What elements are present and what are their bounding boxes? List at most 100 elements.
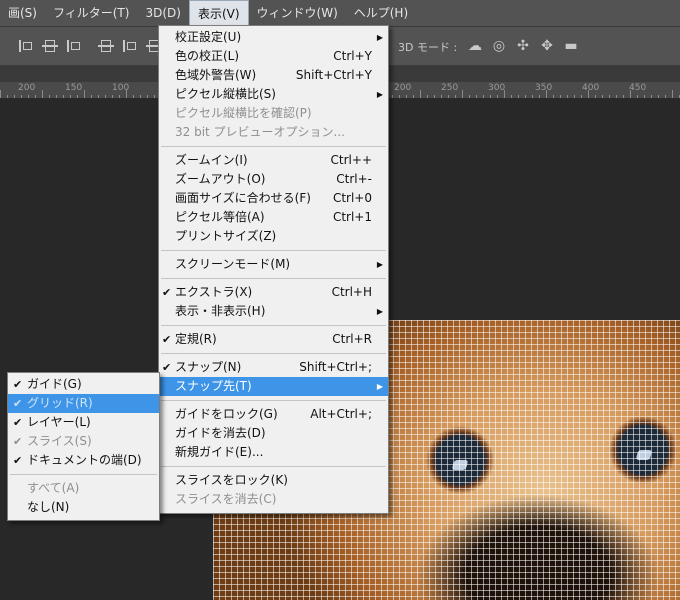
view-menu-item[interactable]: 新規ガイド(E)... — [159, 443, 388, 462]
shortcut-text: Ctrl+Y — [333, 49, 372, 63]
ruler-label: 200 — [18, 83, 36, 93]
shortcut-text: Alt+Ctrl+; — [310, 407, 372, 421]
shortcut-text: Ctrl+R — [332, 332, 372, 346]
ruler-label: 300 — [488, 83, 506, 93]
menu-separator — [10, 474, 157, 475]
drag-3d-icon[interactable]: ✣ — [514, 37, 532, 55]
snap-menu-item-label: なし(N) — [27, 500, 70, 514]
view-menu-item[interactable]: ズームイン(I) Ctrl++ — [159, 151, 388, 170]
menubar-item[interactable]: ヘルプ(H) — [346, 0, 416, 26]
ruler-label: 200 — [394, 83, 412, 93]
view-menu-item[interactable]: スライスをロック(K) — [159, 471, 388, 490]
view-menu-item[interactable]: スクリーンモード(M) ▶ — [159, 255, 388, 274]
view-menu-item-label: ズームアウト(O) — [175, 172, 266, 186]
view-menu-item[interactable]: ピクセル縦横比(S) ▶ — [159, 85, 388, 104]
view-menu-item[interactable]: ズームアウト(O) Ctrl+- — [159, 170, 388, 189]
check-icon: ✔ — [13, 435, 23, 448]
snap-menu-item: すべて(A) — [8, 479, 159, 498]
check-icon: ✔ — [13, 378, 23, 391]
view-menu-item[interactable]: 色の校正(L) Ctrl+Y — [159, 47, 388, 66]
submenu-arrow-icon: ▶ — [376, 260, 383, 269]
snap-menu-item-label: グリッド(R) — [27, 396, 93, 410]
check-icon: ✔ — [13, 454, 23, 467]
view-menu-item[interactable]: 表示・非表示(H) ▶ — [159, 302, 388, 321]
snap-menu-item[interactable]: ✔ レイヤー(L) — [8, 413, 159, 432]
view-menu-item[interactable]: ✔ エクストラ(X) Ctrl+H — [159, 283, 388, 302]
shortcut-text: Shift+Ctrl+Y — [295, 68, 372, 82]
align-distribute-icon[interactable] — [98, 38, 114, 54]
view-menu: 校正設定(U) ▶ 色の校正(L) Ctrl+Y 色域外警告(W) Shift+Ctrl+… — [158, 25, 389, 514]
ruler-label: 450 — [629, 83, 647, 93]
view-menu-item-label: スライスを消去(C) — [175, 492, 277, 506]
shortcut-text: Ctrl+- — [336, 172, 372, 186]
view-menu-item[interactable]: ガイドをロック(G) Alt+Ctrl+; — [159, 405, 388, 424]
menu-separator — [161, 400, 386, 401]
snap-menu-item: ✔ グリッド(R) — [8, 394, 159, 413]
snap-menu-item[interactable]: ✔ ガイド(G) — [8, 375, 159, 394]
menubar-item[interactable]: 画(S) — [0, 0, 45, 26]
submenu-arrow-icon: ▶ — [376, 90, 383, 99]
view-menu-item[interactable]: 校正設定(U) ▶ — [159, 28, 388, 47]
check-icon: ✔ — [162, 333, 172, 346]
view-menu-item-label: 色の校正(L) — [175, 49, 240, 63]
submenu-arrow-icon: ▶ — [376, 33, 383, 42]
menu-separator — [161, 325, 386, 326]
view-menu-item[interactable]: ✔ スナップ(N) Shift+Ctrl+; — [159, 358, 388, 377]
view-menu-item-label: ズームイン(I) — [175, 153, 248, 167]
snap-menu-item: ✔ スライス(S) — [8, 432, 159, 451]
view-menu-item-label: 校正設定(U) — [175, 30, 242, 44]
view-menu-item[interactable]: 色域外警告(W) Shift+Ctrl+Y — [159, 66, 388, 85]
snap-menu-item-label: すべて(A) — [27, 481, 80, 495]
check-icon: ✔ — [13, 397, 23, 410]
ruler-label: 400 — [582, 83, 600, 93]
menu-separator — [161, 353, 386, 354]
view-menu-item[interactable]: 画面サイズに合わせる(F) Ctrl+0 — [159, 189, 388, 208]
align-distribute-icon[interactable] — [42, 38, 58, 54]
menubar-item[interactable]: 3D(D) — [137, 0, 188, 26]
view-menu-item-label: 32 bit プレビューオプション... — [175, 125, 345, 139]
view-menu-item-label: エクストラ(X) — [175, 285, 253, 299]
ruler-label: 100 — [112, 83, 130, 93]
view-menu-item[interactable]: ✔ 定規(R) Ctrl+R — [159, 330, 388, 349]
view-menu-item-label: ガイドをロック(G) — [175, 407, 278, 421]
ruler-label: 150 — [65, 83, 83, 93]
shortcut-text: Ctrl+1 — [332, 210, 372, 224]
menubar-item[interactable]: ウィンドウ(W) — [249, 0, 346, 26]
snap-menu-item-label: レイヤー(L) — [27, 415, 91, 429]
roll-3d-icon[interactable]: ◎ — [490, 37, 508, 55]
align-distribute-icon[interactable] — [66, 38, 82, 54]
rotate-3d-icon[interactable]: ☁ — [466, 37, 484, 55]
view-menu-item-label: 新規ガイド(E)... — [175, 445, 264, 459]
view-menu-item-label: プリントサイズ(Z) — [175, 229, 277, 243]
menubar-item[interactable]: フィルター(T) — [45, 0, 137, 26]
view-menu-item: ピクセル縦横比を確認(P) — [159, 104, 388, 123]
view-menu-item-label: 画面サイズに合わせる(F) — [175, 191, 311, 205]
view-menu-item[interactable]: プリントサイズ(Z) — [159, 227, 388, 246]
view-menu-item[interactable]: ガイドを消去(D) — [159, 424, 388, 443]
view-menu-item[interactable]: スナップ先(T) ▶ — [159, 377, 388, 396]
snap-to-submenu: ✔ ガイド(G) ✔ グリッド(R) ✔ レイヤー(L) ✔ スライス(S) ✔ ドキュメントの端… — [7, 372, 160, 521]
check-icon: ✔ — [162, 361, 172, 374]
snap-menu-item-label: スライス(S) — [27, 434, 92, 448]
check-icon: ✔ — [13, 416, 23, 429]
snap-menu-item[interactable]: なし(N) — [8, 498, 159, 517]
view-menu-item-label: スナップ先(T) — [175, 379, 252, 393]
view-menu-item-label: ガイドを消去(D) — [175, 426, 266, 440]
snap-menu-item-label: ガイド(G) — [27, 377, 82, 391]
view-menu-item[interactable]: ピクセル等倍(A) Ctrl+1 — [159, 208, 388, 227]
view-menu-item-label: ピクセル等倍(A) — [175, 210, 265, 224]
snap-menu-item[interactable]: ✔ ドキュメントの端(D) — [8, 451, 159, 470]
menu-separator — [161, 466, 386, 467]
view-menu-item-label: 表示・非表示(H) — [175, 304, 266, 318]
menu-separator — [161, 250, 386, 251]
check-icon: ✔ — [162, 286, 172, 299]
mode-3d-label: 3D モード : — [398, 41, 458, 54]
slide-3d-icon[interactable]: ✥ — [538, 37, 556, 55]
view-menu-item-label: 定規(R) — [175, 332, 217, 346]
shortcut-text: Ctrl+0 — [332, 191, 372, 205]
view-menu-item-label: ピクセル縦横比(S) — [175, 87, 276, 101]
menubar-item[interactable]: 表示(V) — [188, 0, 249, 26]
camera-3d-icon[interactable]: ▬ — [562, 37, 580, 55]
align-distribute-icon[interactable] — [18, 38, 34, 54]
align-distribute-icon[interactable] — [122, 38, 138, 54]
